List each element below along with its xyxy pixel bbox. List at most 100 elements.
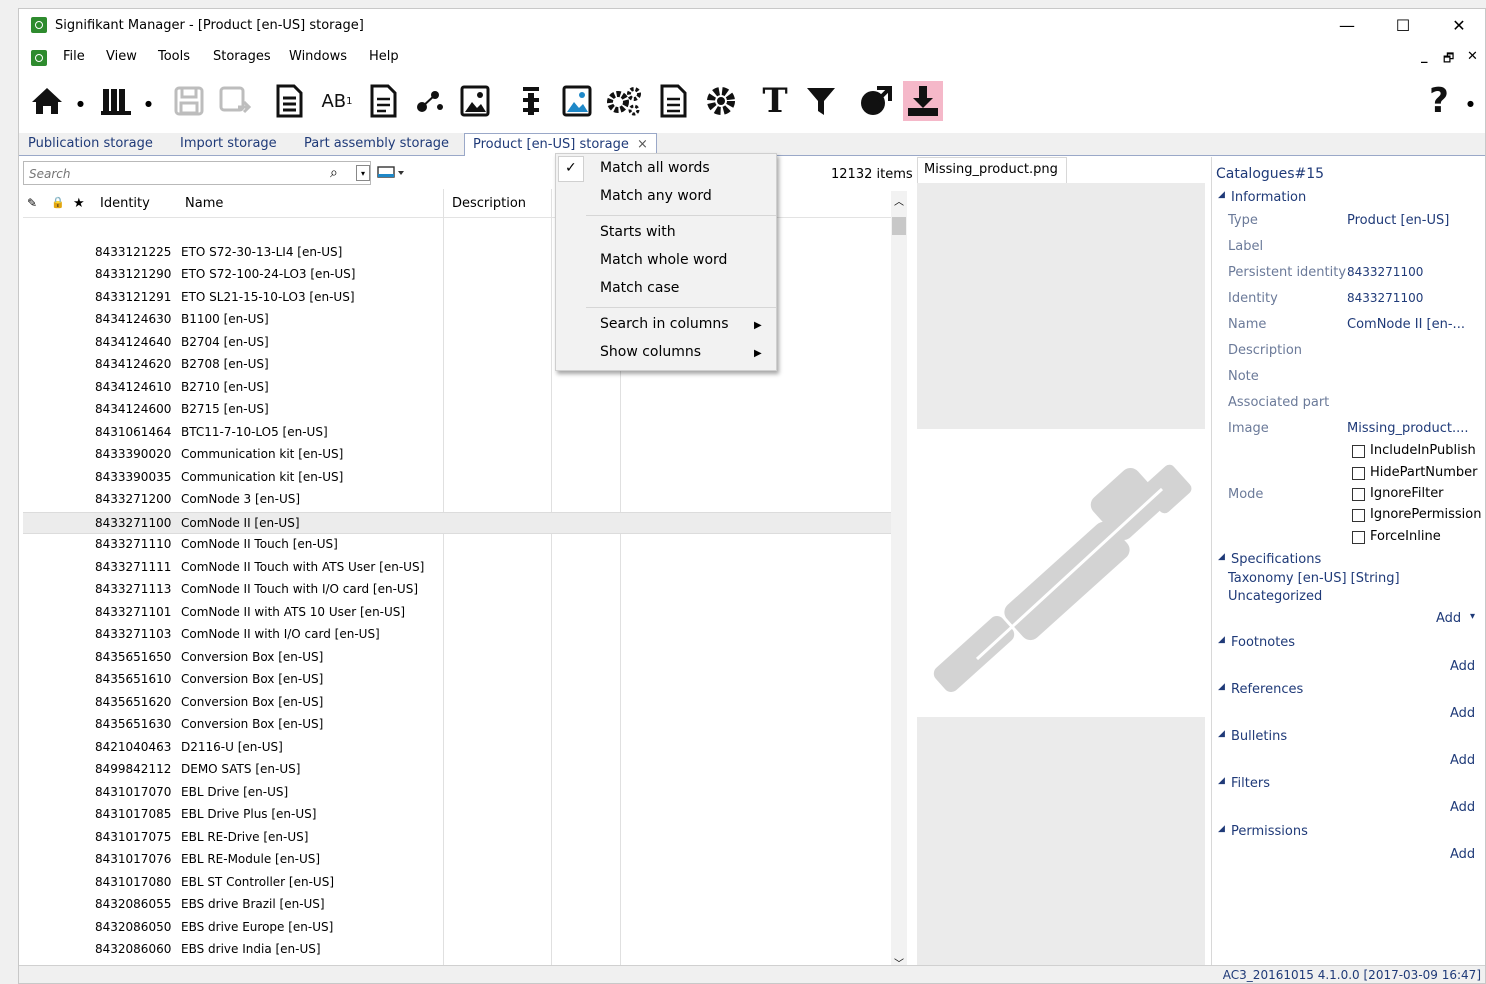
- library-icon[interactable]: [97, 81, 137, 121]
- globe-arrow-icon[interactable]: [855, 81, 895, 121]
- table-row[interactable]: 8433271113 ComNode II Touch with I/O card…: [23, 579, 891, 602]
- field-image-value[interactable]: Missing_product....: [1347, 421, 1469, 436]
- menu-view[interactable]: View: [106, 49, 137, 64]
- gear-icon[interactable]: [701, 81, 741, 121]
- column-header-description[interactable]: Description: [452, 196, 526, 211]
- checkbox-force-inline[interactable]: [1352, 531, 1365, 544]
- search-options-dropdown-icon[interactable]: ▾: [356, 165, 370, 181]
- field-type-value[interactable]: Product [en-US]: [1347, 213, 1449, 228]
- table-row[interactable]: 8499842112 DEMO SATS [en-US]: [23, 759, 891, 782]
- tab-import-storage[interactable]: Import storage: [180, 136, 277, 151]
- collapse-icon[interactable]: ◢: [1218, 776, 1225, 786]
- image-edit-icon[interactable]: [557, 81, 597, 121]
- collapse-icon[interactable]: ◢: [1218, 190, 1225, 200]
- menu-help[interactable]: Help: [369, 49, 399, 64]
- table-row[interactable]: 8433271110 ComNode II Touch [en-US]: [23, 534, 891, 557]
- section-filters[interactable]: Filters: [1231, 776, 1270, 791]
- table-row[interactable]: 8431017070 EBL Drive [en-US]: [23, 782, 891, 805]
- table-row[interactable]: 8432086060 EBS drive India [en-US]: [23, 939, 891, 962]
- checkbox-include-in-publish[interactable]: [1352, 445, 1365, 458]
- table-row[interactable]: 8434124610 B2710 [en-US]: [23, 377, 891, 400]
- home-icon[interactable]: [27, 81, 67, 121]
- table-row[interactable]: 8433271103 ComNode II with I/O card [en-U…: [23, 624, 891, 647]
- menu-item-starts-with[interactable]: Starts with: [600, 224, 676, 240]
- add-bulletin-button[interactable]: Add: [1450, 753, 1475, 768]
- text-align-icon[interactable]: [511, 81, 551, 121]
- field-identity-value[interactable]: 8433271100: [1347, 291, 1423, 305]
- pencil-icon[interactable]: ✎: [27, 196, 37, 210]
- document-icon[interactable]: [653, 81, 693, 121]
- collapse-icon[interactable]: ◢: [1218, 682, 1225, 692]
- image-icon[interactable]: [455, 81, 495, 121]
- maximize-button[interactable]: ☐: [1379, 9, 1427, 43]
- field-name-value[interactable]: ComNode II [en-...: [1347, 317, 1465, 332]
- menu-item-search-in-columns[interactable]: Search in columns: [600, 316, 729, 332]
- tab-publication-storage[interactable]: Publication storage: [28, 136, 153, 151]
- menu-tools[interactable]: Tools: [158, 49, 190, 64]
- spellcheck-icon[interactable]: AB 1: [317, 81, 357, 121]
- menu-item-match-all-words[interactable]: Match all words: [600, 160, 710, 176]
- image-tab[interactable]: Missing_product.png: [917, 157, 1067, 183]
- table-row[interactable]: 8433271101 ComNode II with ATS 10 User [e…: [23, 602, 891, 625]
- menu-item-show-columns[interactable]: Show columns: [600, 344, 701, 360]
- table-row[interactable]: 8435651650 Conversion Box [en-US]: [23, 647, 891, 670]
- add-footnote-button[interactable]: Add: [1450, 659, 1475, 674]
- table-row[interactable]: 8431061464 BTC11-7-10-LO5 [en-US]: [23, 422, 891, 445]
- table-row[interactable]: 8435651610 Conversion Box [en-US]: [23, 669, 891, 692]
- list-scrollbar[interactable]: ︿ ﹀: [891, 191, 907, 973]
- column-chooser-button[interactable]: [377, 165, 405, 182]
- checkbox-ignore-permission[interactable]: [1352, 509, 1365, 522]
- taxonomy-value[interactable]: Uncategorized: [1228, 589, 1322, 604]
- settings-gears-icon[interactable]: [605, 81, 645, 121]
- home-dropdown-icon[interactable]: ●: [77, 99, 84, 108]
- table-row[interactable]: 8434124600 B2715 [en-US]: [23, 399, 891, 422]
- column-header-identity[interactable]: Identity: [100, 196, 150, 211]
- help-dropdown-icon[interactable]: ●: [1467, 99, 1474, 108]
- save-as-icon[interactable]: [215, 81, 255, 121]
- scroll-up-icon[interactable]: ︿: [894, 193, 904, 208]
- table-row[interactable]: 8431017075 EBL RE-Drive [en-US]: [23, 827, 891, 850]
- menu-file[interactable]: File: [63, 49, 85, 64]
- tab-close-icon[interactable]: ×: [637, 137, 648, 152]
- table-row[interactable]: 8432086050 EBS drive Europe [en-US]: [23, 917, 891, 940]
- section-specifications[interactable]: Specifications: [1231, 552, 1321, 567]
- table-row[interactable]: 8431017076 EBL RE-Module [en-US]: [23, 849, 891, 872]
- add-dropdown-icon[interactable]: ▾: [1470, 611, 1475, 622]
- document-text-icon[interactable]: [363, 81, 403, 121]
- document-list-icon[interactable]: [269, 81, 309, 121]
- scrollbar-thumb[interactable]: [892, 217, 906, 235]
- section-bulletins[interactable]: Bulletins: [1231, 729, 1287, 744]
- add-permission-button[interactable]: Add: [1450, 847, 1475, 862]
- lock-icon[interactable]: 🔒: [51, 196, 65, 209]
- download-icon[interactable]: [903, 81, 943, 121]
- table-row[interactable]: 8432086055 EBS drive Brazil [en-US]: [23, 894, 891, 917]
- table-row[interactable]: 8433271100 ComNode II [en-US]: [23, 511, 891, 534]
- mdi-restore-button[interactable]: 🗗: [1443, 49, 1454, 70]
- collapse-icon[interactable]: ◢: [1218, 824, 1225, 834]
- help-icon[interactable]: ?: [1419, 81, 1459, 121]
- minimize-button[interactable]: —: [1323, 9, 1371, 43]
- add-specification-button[interactable]: Add: [1436, 611, 1461, 626]
- table-row[interactable]: 8435651620 Conversion Box [en-US]: [23, 692, 891, 715]
- collapse-icon[interactable]: ◢: [1218, 552, 1225, 562]
- menu-storages[interactable]: Storages: [213, 49, 271, 64]
- table-row[interactable]: 8433390035 Communication kit [en-US]: [23, 467, 891, 490]
- checkbox-hide-part-number[interactable]: [1352, 467, 1365, 480]
- table-row[interactable]: 8435651630 Conversion Box [en-US]: [23, 714, 891, 737]
- section-footnotes[interactable]: Footnotes: [1231, 635, 1295, 650]
- section-permissions[interactable]: Permissions: [1231, 824, 1308, 839]
- section-references[interactable]: References: [1231, 682, 1303, 697]
- tab-part-assembly-storage[interactable]: Part assembly storage: [304, 136, 449, 151]
- checkbox-ignore-filter[interactable]: [1352, 488, 1365, 501]
- close-button[interactable]: ✕: [1435, 9, 1483, 43]
- menu-item-match-whole-word[interactable]: Match whole word: [600, 252, 727, 268]
- menu-item-match-any-word[interactable]: Match any word: [600, 188, 712, 204]
- add-filter-button[interactable]: Add: [1450, 800, 1475, 815]
- filter-icon[interactable]: [801, 81, 841, 121]
- column-header-name[interactable]: Name: [185, 196, 223, 211]
- menu-windows[interactable]: Windows: [289, 49, 347, 64]
- table-row[interactable]: 8431017085 EBL Drive Plus [en-US]: [23, 804, 891, 827]
- star-icon[interactable]: ★: [73, 196, 85, 211]
- table-row[interactable]: 8433271200 ComNode 3 [en-US]: [23, 489, 891, 512]
- search-input[interactable]: [27, 163, 321, 185]
